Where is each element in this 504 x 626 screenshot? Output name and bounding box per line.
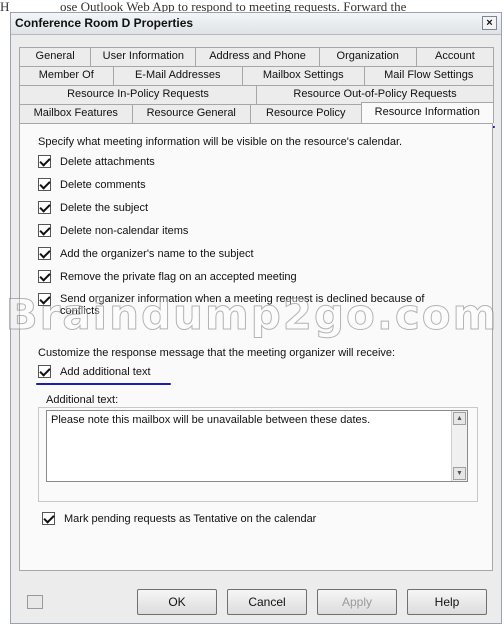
mark-tentative-label: Mark pending requests as Tentative on th… (64, 512, 317, 525)
tab-mailbox-features[interactable]: Mailbox Features (19, 104, 133, 123)
add-additional-text-option[interactable]: Add additional text (38, 365, 151, 378)
add-additional-text-checkbox[interactable] (38, 365, 51, 378)
delete-attachments-checkbox[interactable] (38, 155, 51, 168)
tab-mail-flow-settings[interactable]: Mail Flow Settings (363, 66, 494, 85)
delete-non-calendar-label: Delete non-calendar items (60, 224, 189, 237)
tab-member-of[interactable]: Member Of (19, 66, 114, 85)
scroll-down-icon[interactable]: ▼ (453, 467, 466, 480)
delete-subject-label: Delete the subject (60, 201, 149, 214)
delete-subject-option[interactable]: Delete the subject (38, 201, 148, 214)
window-title: Conference Room D Properties (15, 16, 194, 30)
close-button[interactable]: × (482, 16, 497, 30)
background-lead: H (0, 0, 10, 14)
delete-subject-checkbox[interactable] (38, 201, 51, 214)
send-organizer-info-checkbox[interactable] (38, 293, 51, 306)
tab-resource-general[interactable]: Resource General (131, 104, 251, 123)
tab-row-2: Member Of E-Mail Addresses Mailbox Setti… (19, 66, 494, 85)
add-organizer-name-option[interactable]: Add the organizer's name to the subject (38, 247, 254, 260)
add-additional-text-label: Add additional text (60, 365, 151, 378)
tab-account[interactable]: Account (415, 47, 495, 66)
scroll-up-icon[interactable]: ▲ (453, 412, 466, 425)
tab-resource-in-policy[interactable]: Resource In-Policy Requests (19, 85, 257, 104)
mark-tentative-checkbox[interactable] (42, 512, 55, 525)
tab-row-1: General User Information Address and Pho… (19, 47, 495, 66)
apply-button[interactable]: Apply (317, 589, 397, 615)
additional-text-label: Additional text: (46, 394, 119, 406)
additional-text-area[interactable]: Please note this mailbox will be unavail… (46, 410, 468, 482)
textarea-scrollbar[interactable]: ▲ ▼ (451, 411, 467, 481)
title-bar: Conference Room D Properties × (11, 13, 501, 35)
mark-tentative-option[interactable]: Mark pending requests as Tentative on th… (42, 512, 316, 525)
add-text-highlight (36, 383, 171, 385)
send-organizer-info-line1: Send organizer information when a meetin… (60, 293, 425, 305)
tab-row-4: Mailbox Features Resource General Resour… (19, 102, 494, 123)
delete-comments-option[interactable]: Delete comments (38, 178, 146, 191)
delete-non-calendar-checkbox[interactable] (38, 224, 51, 237)
tab-email-addresses[interactable]: E-Mail Addresses (112, 66, 243, 85)
remove-private-flag-label: Remove the private flag on an accepted m… (60, 270, 297, 283)
delete-comments-checkbox[interactable] (38, 178, 51, 191)
tab-organization[interactable]: Organization (318, 47, 417, 66)
delete-comments-label: Delete comments (60, 178, 146, 191)
help-context-icon[interactable] (27, 595, 43, 609)
send-organizer-info-label: Send organizer information when a meetin… (60, 293, 424, 317)
customize-response-label: Customize the response message that the … (38, 347, 396, 359)
tab-resource-information[interactable]: Resource Information (360, 102, 494, 123)
add-organizer-name-checkbox[interactable] (38, 247, 51, 260)
send-organizer-info-line2: conflicts (60, 305, 100, 317)
remove-private-flag-option[interactable]: Remove the private flag on an accepted m… (38, 270, 297, 283)
intro-text: Specify what meeting information will be… (38, 136, 403, 148)
ok-button[interactable]: OK (137, 589, 217, 615)
resource-information-panel: Specify what meeting information will be… (19, 123, 493, 571)
send-organizer-info-option[interactable]: Send organizer information when a meetin… (38, 293, 424, 317)
additional-text-value: Please note this mailbox will be unavail… (51, 414, 371, 426)
cancel-button[interactable]: Cancel (227, 589, 307, 615)
delete-attachments-label: Delete attachments (60, 155, 155, 168)
tab-resource-policy[interactable]: Resource Policy (250, 104, 362, 123)
tab-address-and-phone[interactable]: Address and Phone (195, 47, 320, 66)
properties-dialog: Conference Room D Properties × General U… (10, 12, 502, 624)
remove-private-flag-checkbox[interactable] (38, 270, 51, 283)
delete-attachments-option[interactable]: Delete attachments (38, 155, 155, 168)
dialog-footer: OK Cancel Apply Help (11, 581, 501, 623)
tab-mailbox-settings[interactable]: Mailbox Settings (242, 66, 365, 85)
tab-strip: General User Information Address and Pho… (19, 47, 495, 128)
tab-user-information[interactable]: User Information (90, 47, 197, 66)
add-organizer-name-label: Add the organizer's name to the subject (60, 247, 254, 260)
tab-general[interactable]: General (19, 47, 92, 66)
delete-non-calendar-option[interactable]: Delete non-calendar items (38, 224, 188, 237)
help-button[interactable]: Help (407, 589, 487, 615)
